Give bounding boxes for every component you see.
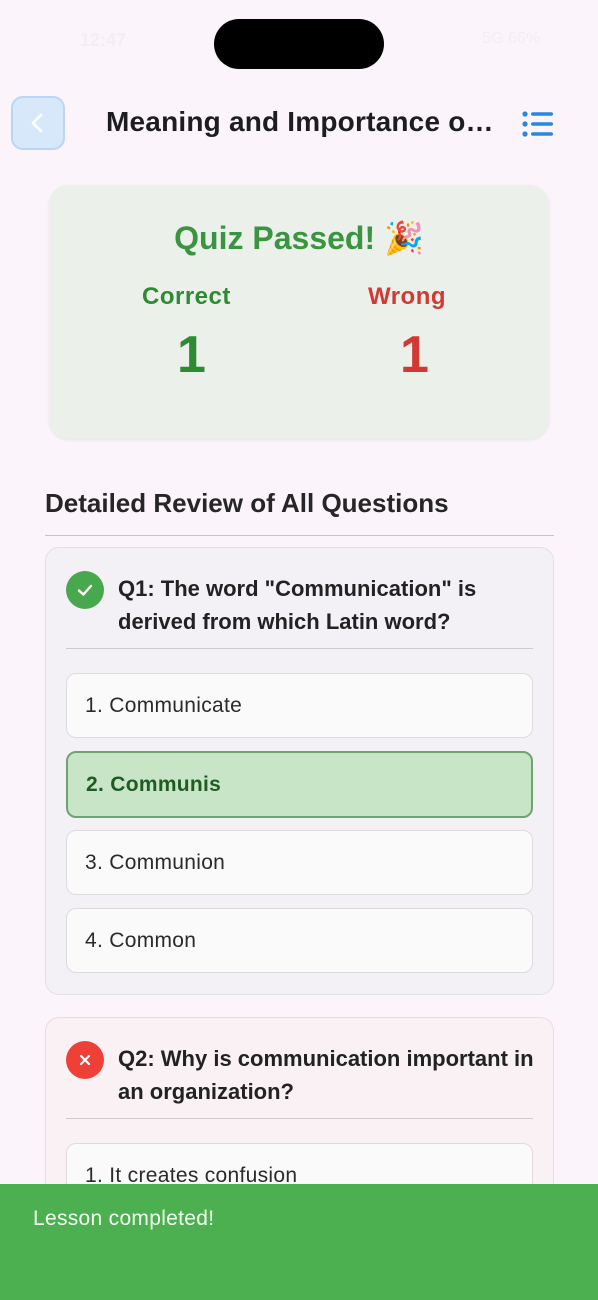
question-divider: [66, 1118, 533, 1119]
lesson-menu-button[interactable]: [518, 106, 558, 142]
status-time: 12:47: [80, 30, 127, 50]
back-button[interactable]: [11, 96, 65, 150]
answer-option[interactable]: 1. Communicate: [66, 673, 533, 738]
quiz-result-card: Quiz Passed! 🎉 Correct 1 Wrong 1: [49, 185, 549, 439]
header: Meaning and Importance of Communication: [0, 96, 598, 152]
section-divider: [45, 535, 554, 536]
wrong-status-badge: [66, 1041, 104, 1079]
question-card-1: Q1: The word "Communication" is derived …: [45, 547, 554, 995]
status-bar: 12:47 5G 66%: [0, 0, 598, 80]
chevron-left-icon: [31, 113, 43, 133]
status-indicators: 5G 66%: [482, 30, 540, 47]
toast-message: Lesson completed!: [33, 1207, 215, 1230]
quiz-review-screen: 12:47 5G 66% Meaning and Importance of C…: [0, 0, 598, 1300]
correct-status-badge: [66, 571, 104, 609]
question-text: Q1: The word "Communication" is derived …: [118, 576, 477, 634]
question-divider: [66, 648, 533, 649]
wrong-label: Wrong: [368, 283, 447, 310]
answer-option[interactable]: 3. Communion: [66, 830, 533, 895]
wrong-count: 1: [400, 326, 429, 384]
quiz-result-title: Quiz Passed! 🎉: [174, 220, 424, 256]
section-title: Detailed Review of All Questions: [45, 488, 449, 518]
correct-count: 1: [177, 326, 206, 384]
close-icon: [79, 1054, 91, 1066]
correct-label: Correct: [142, 283, 231, 310]
answer-option[interactable]: 4. Common: [66, 908, 533, 973]
page-title: Meaning and Importance of Communication: [106, 106, 496, 137]
answer-option-selected[interactable]: 2. Communis: [66, 751, 533, 818]
lesson-completed-toast: Lesson completed!: [0, 1184, 598, 1300]
question-text: Q2: Why is communication important in an…: [118, 1046, 534, 1104]
list-icon: [522, 111, 553, 137]
check-icon: [77, 584, 93, 596]
dynamic-island: [214, 19, 384, 69]
